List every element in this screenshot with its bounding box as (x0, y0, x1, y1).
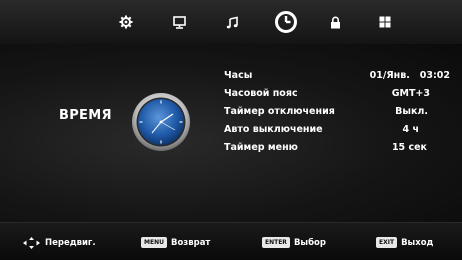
exit-key-icon: EXIT (376, 237, 398, 248)
hint-back: MENU Возврат (141, 237, 210, 248)
menu-item-value: Выкл. (395, 105, 428, 117)
menu-item-time-zone[interactable]: Часовой пояс GMT+3 (224, 84, 450, 102)
page-title: ВРЕМЯ (59, 108, 112, 123)
menu-item-label: Часовой пояс (224, 87, 298, 99)
menu-item-value: 01/Янв. 03:02 (369, 69, 450, 81)
tab-setup[interactable] (372, 9, 398, 35)
gear-icon (119, 15, 133, 29)
menu-item-label: Часы (224, 69, 253, 81)
hint-exit-label: Выход (401, 237, 434, 248)
help-bar: Передвиг. MENU Возврат ENTER Выбор EXIT … (0, 222, 462, 260)
wall-clock-icon (132, 93, 190, 151)
menu-item-label: Таймер меню (224, 141, 298, 153)
menu-item-label: Авто выключение (224, 123, 323, 135)
clock-icon (275, 11, 297, 33)
hint-back-label: Возврат (170, 237, 211, 248)
menu-tab-bar (0, 0, 462, 44)
tab-lock[interactable] (322, 9, 348, 35)
menu-item-auto-off[interactable]: Авто выключение 4 ч (224, 120, 450, 138)
menu-item-value: 4 ч (402, 123, 419, 135)
time-menu-list: Часы 01/Янв. 03:02 Часовой пояс GMT+3 Та… (224, 66, 450, 156)
tv-menu-screen: ВРЕМЯ Часы 01/Янв. 03:02 Часовой пояс GM… (0, 0, 462, 260)
hint-move-label: Передвиг. (45, 238, 96, 248)
lock-icon (330, 16, 340, 28)
tab-screen[interactable] (166, 9, 192, 35)
menu-item-value: 15 сек (391, 141, 427, 153)
grid-icon (379, 16, 391, 28)
dpad-icon (23, 237, 40, 249)
tab-time[interactable] (270, 6, 302, 38)
hint-select-label: Выбор (293, 237, 326, 248)
menu-item-label: Таймер отключения (224, 105, 335, 117)
menu-item-value: GMT+3 (391, 87, 430, 99)
menu-item-osd-timer[interactable]: Таймер меню 15 сек (224, 138, 450, 156)
menu-item-sleep-timer[interactable]: Таймер отключения Выкл. (224, 102, 450, 120)
monitor-icon (172, 15, 186, 29)
tab-sound[interactable] (219, 9, 245, 35)
menu-key-icon: MENU (141, 237, 167, 248)
menu-item-clock[interactable]: Часы 01/Янв. 03:02 (224, 66, 450, 84)
enter-key-icon: ENTER (262, 237, 290, 248)
tab-picture[interactable] (113, 9, 139, 35)
music-note-icon (226, 16, 238, 28)
hint-move: Передвиг. (23, 237, 96, 249)
hint-exit: EXIT Выход (376, 237, 433, 248)
hint-select: ENTER Выбор (262, 237, 326, 248)
